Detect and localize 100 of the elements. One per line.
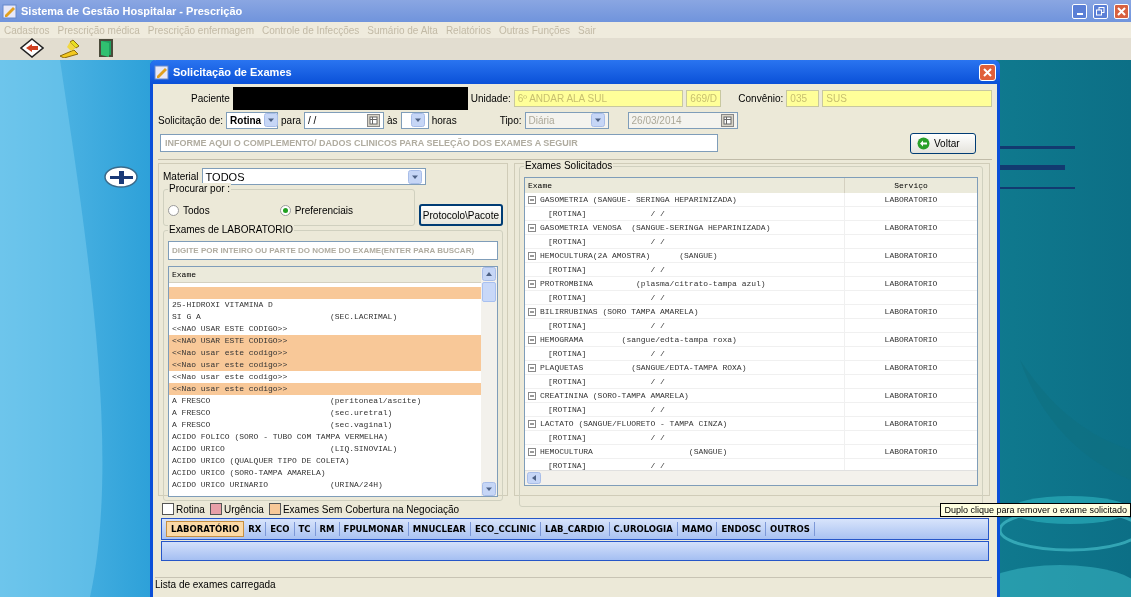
close-button[interactable] [979,63,996,81]
radio-button[interactable] [168,204,179,216]
field-label: Tipo: [499,114,522,126]
window-title: Sistema de Gestão Hospitalar - Prescrição [21,5,244,17]
exam-name[interactable]: A FRESCO [172,419,330,431]
field-label: Material [163,171,199,182]
pencil-icon [58,37,82,58]
exam-name[interactable]: GASOMETRIA VENOSA (SANGUE-SERINGA HEPARINIZADA) [540,221,771,235]
tab[interactable]: TC [294,522,316,536]
tab[interactable]: RX [244,522,267,536]
scroll-up-icon [482,267,496,281]
exam-name[interactable]: A FRESCO [172,407,330,419]
tab[interactable]: MAMO [677,522,718,536]
tab[interactable]: ECO_CCLINIC [470,522,541,536]
material-select[interactable]: TODOS [201,168,426,185]
list-row[interactable]: A FRESCO (sec.vaginal) [169,419,481,431]
field-label: horas [431,114,457,126]
exam-name[interactable]: HEMOGRAMA (sangue/edta-tampa roxa) [540,333,737,347]
exam-name[interactable]: A FRESCO [172,395,330,407]
field-label: Solicitação de: [158,114,224,126]
protocol-button[interactable]: Protocolo\Pacote [418,204,503,226]
complement-field[interactable]: INFORME AQUI O COMPLEMENTO/ DADOS CLINICOS PARA SELEÇÃO DOS EXAMES A SEGUIR [160,134,718,152]
exam-name[interactable]: ACIDO URICO [172,443,330,455]
date-field[interactable]: / / [304,111,385,129]
status-bar: Lista de exames carregada [155,577,992,590]
collapse-icon[interactable] [528,364,536,372]
tab[interactable]: LABORATÓRIO [166,521,245,537]
list-row[interactable]: SI G A (SEC.LACRIMAL) [169,311,481,323]
tab[interactable]: RM [315,522,340,536]
tooltip: Duplo clique para remover o exame solicitado [940,503,1131,517]
list-row[interactable]: ACIDO URICO (LIQ.SINOVIAL) [169,443,481,455]
priority-cell-text: [ROTINA] [547,236,587,248]
list-row[interactable]: A FRESCO (sec.uretral) [169,407,481,419]
collapse-icon[interactable] [528,280,536,288]
exam-name[interactable]: HEMOCULTURA (SANGUE) [540,445,728,459]
collapse-icon[interactable] [528,196,536,204]
edit-tool-button[interactable] [58,37,82,61]
priority-select[interactable]: Rotina [226,111,279,129]
back-button[interactable]: Voltar [910,132,976,154]
exam-name[interactable]: HEMOCULTURA(2A AMOSTRA) (SANGUE) [540,249,718,263]
date-cell-text: / / [649,432,665,444]
exam-name[interactable]: BILIRRUBINAS (SORO TAMPA AMARELA) [540,305,699,319]
exam-name[interactable]: GASOMETRIA (SANGUE- SERINGA HEPARINIZADA) [540,193,737,207]
tab[interactable]: LAB_CARDIO [541,522,610,536]
close-button[interactable] [1114,3,1129,19]
dropdown-icon [407,169,422,184]
collapse-icon[interactable] [528,448,536,456]
tab[interactable]: ECO [266,522,295,536]
calendar-icon [720,113,734,127]
tab[interactable]: FPULMONAR [339,522,409,536]
tab[interactable]: ENDOSC [717,522,767,536]
radio-option[interactable]: Preferenciais [279,204,354,216]
vertical-scrollbar[interactable] [481,267,497,496]
priority-cell-text: [ROTINA] [547,460,587,470]
exam-name[interactable]: ACIDO URICO URINARIO [172,479,330,491]
back-tool-button[interactable] [20,37,44,61]
radio-option[interactable]: Todos [168,204,210,216]
collapse-icon[interactable] [528,392,536,400]
legend-label: Exames Sem Cobertura na Negociação [282,503,460,515]
exam-name[interactable]: PLAQUETAS (SANGUE/EDTA-TAMPA ROXA) [540,361,747,375]
scroll-thumb[interactable] [482,282,496,302]
column-header: Exame [169,267,481,283]
date-cell-text: / / [649,208,665,220]
radio-button[interactable] [279,204,291,216]
priority-cell-text: [ROTINA] [547,292,587,304]
collapse-icon[interactable] [528,224,536,232]
tab[interactable]: OUTROS [766,522,815,536]
tab[interactable]: MNUCLEAR [408,522,471,536]
service-cell-text: LABORATORIO [883,306,939,318]
calendar-icon [367,113,381,127]
exam-name[interactable]: SI G A [172,311,330,323]
list-row[interactable]: A FRESCO (peritoneal/ascite) [169,395,481,407]
hour-select[interactable] [400,111,429,129]
service-cell-text: LABORATORIO [883,334,939,346]
horizontal-scrollbar[interactable] [525,470,977,485]
minimize-button[interactable] [1072,3,1087,19]
collapse-icon[interactable] [528,308,536,316]
collapse-icon[interactable] [528,336,536,344]
exam-material: (LIQ.SINOVIAL) [330,443,399,455]
date-cell-text: / / [649,292,665,304]
legend-label: Rotina [176,503,205,515]
collapse-icon[interactable] [528,420,536,428]
priority-cell-text: [ROTINA] [547,348,587,360]
group-label: Procurar por : [168,183,232,194]
tab[interactable]: C.UROLOGIA [609,522,678,536]
exam-name[interactable]: LACTATO (SANGUE/FLUORETO - TAMPA CINZA) [540,417,728,431]
dialog-icon [154,64,169,80]
collapse-icon[interactable] [528,252,536,260]
service-cell-text: LABORATORIO [883,446,939,458]
exam-name[interactable]: PROTROMBINA (plasma/citrato-tampa azul) [540,277,766,291]
date-cell-text: / / [649,236,665,248]
plus-logo-icon [104,166,138,188]
column-header: Serviço [893,180,929,192]
group-label: Exames de LABORATORIO [168,224,295,235]
exam-material: (URINA/24H) [330,479,384,491]
exam-name[interactable]: CREATININA (SORO-TAMPA AMARELA) [540,389,689,403]
list-row[interactable]: ACIDO URICO URINARIO (URINA/24H) [169,479,481,491]
exam-material: (peritoneal/ascite) [330,395,423,407]
restore-button[interactable] [1093,3,1108,19]
search-field[interactable]: DIGITE POR INTEIRO OU PARTE DO NOME DO EXAME(ENTER PARA BUSCAR) [168,241,498,260]
